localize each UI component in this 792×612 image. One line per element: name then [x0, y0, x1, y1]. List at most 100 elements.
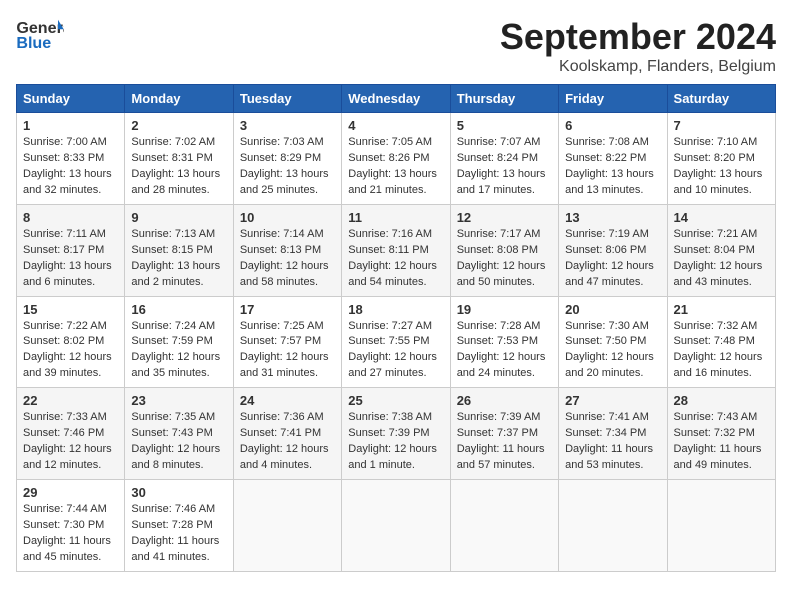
day-info: Sunrise: 7:14 AM Sunset: 8:13 PM Dayligh… — [240, 227, 335, 291]
sunrise-text: Sunrise: 7:14 AM — [240, 228, 324, 240]
day-info: Sunrise: 7:17 AM Sunset: 8:08 PM Dayligh… — [457, 227, 552, 291]
sunset-text: Sunset: 8:13 PM — [240, 244, 321, 256]
sunrise-text: Sunrise: 7:41 AM — [565, 411, 649, 423]
day-info: Sunrise: 7:27 AM Sunset: 7:55 PM Dayligh… — [348, 319, 443, 383]
day-info: Sunrise: 7:44 AM Sunset: 7:30 PM Dayligh… — [23, 502, 118, 566]
day-info: Sunrise: 7:21 AM Sunset: 8:04 PM Dayligh… — [674, 227, 769, 291]
daylight-text: Daylight: 12 hours and 1 minute. — [348, 443, 437, 471]
calendar-cell: 26 Sunrise: 7:39 AM Sunset: 7:37 PM Dayl… — [450, 388, 558, 480]
calendar-cell: 21 Sunrise: 7:32 AM Sunset: 7:48 PM Dayl… — [667, 296, 775, 388]
daylight-text: Daylight: 12 hours and 50 minutes. — [457, 260, 546, 288]
sunset-text: Sunset: 7:37 PM — [457, 427, 538, 439]
day-number: 14 — [674, 210, 769, 225]
calendar-day-header: Monday — [125, 85, 233, 113]
daylight-text: Daylight: 11 hours and 41 minutes. — [131, 535, 219, 563]
day-number: 5 — [457, 118, 552, 133]
calendar-cell: 14 Sunrise: 7:21 AM Sunset: 8:04 PM Dayl… — [667, 204, 775, 296]
day-info: Sunrise: 7:46 AM Sunset: 7:28 PM Dayligh… — [131, 502, 226, 566]
calendar-cell: 30 Sunrise: 7:46 AM Sunset: 7:28 PM Dayl… — [125, 480, 233, 572]
day-info: Sunrise: 7:22 AM Sunset: 8:02 PM Dayligh… — [23, 319, 118, 383]
sunset-text: Sunset: 7:43 PM — [131, 427, 212, 439]
calendar-header-row: SundayMondayTuesdayWednesdayThursdayFrid… — [17, 85, 776, 113]
calendar-day-header: Saturday — [667, 85, 775, 113]
sunrise-text: Sunrise: 7:28 AM — [457, 320, 541, 332]
sunset-text: Sunset: 7:55 PM — [348, 335, 429, 347]
sunrise-text: Sunrise: 7:19 AM — [565, 228, 649, 240]
sunrise-text: Sunrise: 7:17 AM — [457, 228, 541, 240]
calendar-cell: 11 Sunrise: 7:16 AM Sunset: 8:11 PM Dayl… — [342, 204, 450, 296]
sunset-text: Sunset: 7:46 PM — [23, 427, 104, 439]
sunset-text: Sunset: 7:57 PM — [240, 335, 321, 347]
sunrise-text: Sunrise: 7:38 AM — [348, 411, 432, 423]
day-number: 25 — [348, 393, 443, 408]
calendar-week-row: 1 Sunrise: 7:00 AM Sunset: 8:33 PM Dayli… — [17, 113, 776, 205]
sunset-text: Sunset: 8:17 PM — [23, 244, 104, 256]
sunrise-text: Sunrise: 7:44 AM — [23, 503, 107, 515]
calendar-cell: 29 Sunrise: 7:44 AM Sunset: 7:30 PM Dayl… — [17, 480, 125, 572]
logo: General Blue — [16, 16, 68, 52]
calendar-cell: 25 Sunrise: 7:38 AM Sunset: 7:39 PM Dayl… — [342, 388, 450, 480]
sunset-text: Sunset: 7:50 PM — [565, 335, 646, 347]
sunrise-text: Sunrise: 7:43 AM — [674, 411, 758, 423]
daylight-text: Daylight: 12 hours and 54 minutes. — [348, 260, 437, 288]
calendar-week-row: 15 Sunrise: 7:22 AM Sunset: 8:02 PM Dayl… — [17, 296, 776, 388]
calendar-cell: 2 Sunrise: 7:02 AM Sunset: 8:31 PM Dayli… — [125, 113, 233, 205]
calendar-day-header: Sunday — [17, 85, 125, 113]
daylight-text: Daylight: 12 hours and 16 minutes. — [674, 351, 763, 379]
calendar-day-header: Thursday — [450, 85, 558, 113]
day-number: 17 — [240, 302, 335, 317]
calendar-cell: 1 Sunrise: 7:00 AM Sunset: 8:33 PM Dayli… — [17, 113, 125, 205]
sunset-text: Sunset: 8:20 PM — [674, 152, 755, 164]
sunset-text: Sunset: 8:06 PM — [565, 244, 646, 256]
calendar-cell — [559, 480, 667, 572]
sunrise-text: Sunrise: 7:11 AM — [23, 228, 106, 240]
calendar-cell: 18 Sunrise: 7:27 AM Sunset: 7:55 PM Dayl… — [342, 296, 450, 388]
calendar-cell: 7 Sunrise: 7:10 AM Sunset: 8:20 PM Dayli… — [667, 113, 775, 205]
calendar-cell: 22 Sunrise: 7:33 AM Sunset: 7:46 PM Dayl… — [17, 388, 125, 480]
daylight-text: Daylight: 12 hours and 12 minutes. — [23, 443, 112, 471]
calendar-week-row: 29 Sunrise: 7:44 AM Sunset: 7:30 PM Dayl… — [17, 480, 776, 572]
day-info: Sunrise: 7:38 AM Sunset: 7:39 PM Dayligh… — [348, 410, 443, 474]
day-info: Sunrise: 7:08 AM Sunset: 8:22 PM Dayligh… — [565, 135, 660, 199]
sunset-text: Sunset: 7:59 PM — [131, 335, 212, 347]
day-number: 18 — [348, 302, 443, 317]
daylight-text: Daylight: 12 hours and 27 minutes. — [348, 351, 437, 379]
sunrise-text: Sunrise: 7:22 AM — [23, 320, 107, 332]
calendar-cell: 17 Sunrise: 7:25 AM Sunset: 7:57 PM Dayl… — [233, 296, 341, 388]
sunrise-text: Sunrise: 7:03 AM — [240, 136, 324, 148]
daylight-text: Daylight: 12 hours and 4 minutes. — [240, 443, 329, 471]
daylight-text: Daylight: 12 hours and 8 minutes. — [131, 443, 220, 471]
day-number: 10 — [240, 210, 335, 225]
day-info: Sunrise: 7:43 AM Sunset: 7:32 PM Dayligh… — [674, 410, 769, 474]
daylight-text: Daylight: 12 hours and 47 minutes. — [565, 260, 654, 288]
calendar-week-row: 8 Sunrise: 7:11 AM Sunset: 8:17 PM Dayli… — [17, 204, 776, 296]
svg-text:Blue: Blue — [16, 34, 51, 52]
day-number: 9 — [131, 210, 226, 225]
day-number: 13 — [565, 210, 660, 225]
calendar-cell: 4 Sunrise: 7:05 AM Sunset: 8:26 PM Dayli… — [342, 113, 450, 205]
sunset-text: Sunset: 7:39 PM — [348, 427, 429, 439]
sunrise-text: Sunrise: 7:21 AM — [674, 228, 758, 240]
calendar-day-header: Tuesday — [233, 85, 341, 113]
sunset-text: Sunset: 8:02 PM — [23, 335, 104, 347]
day-info: Sunrise: 7:36 AM Sunset: 7:41 PM Dayligh… — [240, 410, 335, 474]
day-info: Sunrise: 7:41 AM Sunset: 7:34 PM Dayligh… — [565, 410, 660, 474]
sunset-text: Sunset: 8:31 PM — [131, 152, 212, 164]
calendar-day-header: Wednesday — [342, 85, 450, 113]
sunset-text: Sunset: 8:24 PM — [457, 152, 538, 164]
day-number: 16 — [131, 302, 226, 317]
sunrise-text: Sunrise: 7:27 AM — [348, 320, 432, 332]
calendar-cell: 23 Sunrise: 7:35 AM Sunset: 7:43 PM Dayl… — [125, 388, 233, 480]
calendar-week-row: 22 Sunrise: 7:33 AM Sunset: 7:46 PM Dayl… — [17, 388, 776, 480]
calendar-cell — [450, 480, 558, 572]
sunset-text: Sunset: 8:22 PM — [565, 152, 646, 164]
day-number: 19 — [457, 302, 552, 317]
sunrise-text: Sunrise: 7:30 AM — [565, 320, 649, 332]
daylight-text: Daylight: 13 hours and 21 minutes. — [348, 168, 437, 196]
sunrise-text: Sunrise: 7:46 AM — [131, 503, 215, 515]
location-subtitle: Koolskamp, Flanders, Belgium — [500, 58, 776, 76]
calendar-cell: 27 Sunrise: 7:41 AM Sunset: 7:34 PM Dayl… — [559, 388, 667, 480]
day-number: 2 — [131, 118, 226, 133]
day-number: 28 — [674, 393, 769, 408]
day-info: Sunrise: 7:24 AM Sunset: 7:59 PM Dayligh… — [131, 319, 226, 383]
